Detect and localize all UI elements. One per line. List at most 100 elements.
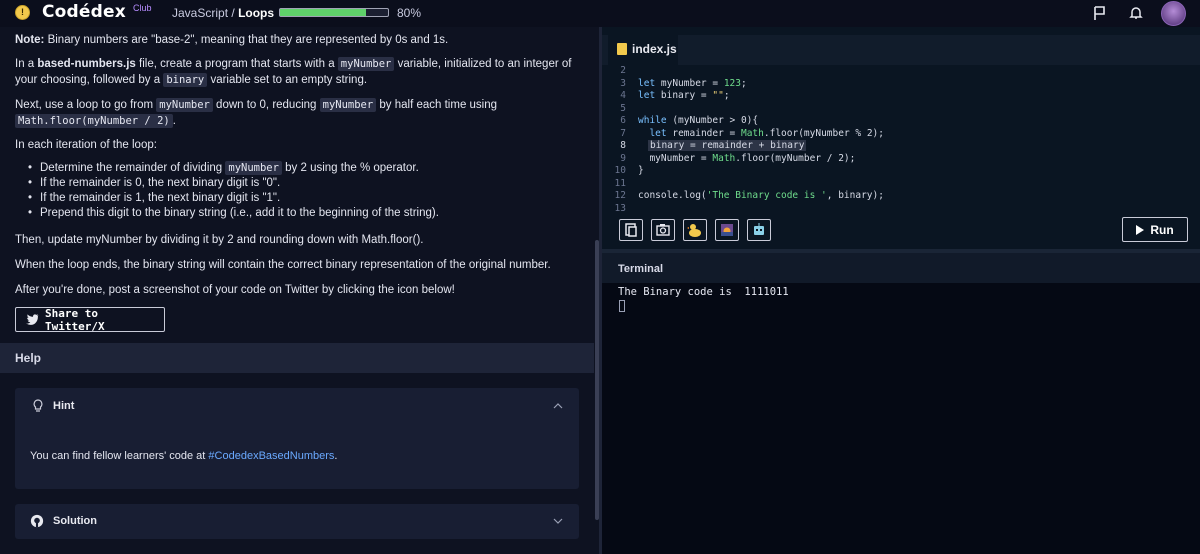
progress-label: 80%	[397, 6, 422, 20]
line-number: 12	[614, 190, 626, 201]
code: ;	[740, 77, 747, 89]
text: Next, use a loop to go from	[15, 99, 157, 111]
line-number: 13	[614, 202, 626, 214]
twitter-icon	[26, 314, 39, 325]
builtin: Math	[712, 152, 736, 164]
progress-bar	[279, 8, 389, 17]
text: variable set to an empty string.	[207, 74, 368, 86]
terminal-output: The Binary code is 1111011	[618, 286, 789, 298]
code-text: let binary = "";	[638, 90, 730, 103]
text: down to 0, reducing	[212, 99, 320, 111]
tab-index-js[interactable]: index.js	[608, 35, 678, 65]
code-line: 9 myNumber = Math.floor(myNumber / 2);	[602, 153, 1200, 166]
hint-title[interactable]: Hint	[53, 400, 74, 412]
sunset-icon	[721, 224, 733, 236]
text: You can find fellow learners' code at	[30, 450, 209, 462]
keyword: let	[649, 127, 667, 139]
line-number: 6	[620, 115, 626, 126]
keyword: let	[638, 77, 656, 89]
steps-list: Determine the remainder of dividing myNu…	[28, 161, 568, 221]
hint-text: You can find fellow learners' code at #C…	[30, 450, 337, 462]
share-twitter-label: Share to Twitter/X	[44, 306, 105, 333]
line-number: 8	[620, 140, 626, 151]
line-number: 2	[620, 65, 626, 76]
terminal[interactable]: The Binary code is 1111011	[602, 283, 1200, 554]
note-text: Binary numbers are "base-2", meaning tha…	[44, 34, 449, 46]
top-bar: ! Codédex Club JavaScript / Loops 80%	[0, 0, 1200, 27]
breadcrumb-separator: /	[231, 6, 235, 20]
code-line: 3 let myNumber = 123;	[602, 78, 1200, 91]
flag-icon[interactable]	[1092, 5, 1108, 21]
keyword: let	[638, 90, 656, 101]
editor-panel: index.js 2 3 let myNumber = 123; 4 let b…	[602, 27, 1200, 554]
text: .	[172, 115, 176, 127]
code-line: 2	[602, 65, 1200, 78]
avatar[interactable]	[1161, 1, 1186, 26]
code-line: 6 while (myNumber > 0){	[602, 115, 1200, 128]
lesson-panel: Note: Binary numbers are "base-2", meani…	[0, 27, 594, 554]
text: Determine the remainder of dividing	[40, 162, 226, 174]
instructions-paragraph-4: Then, update myNumber by dividing it by …	[15, 234, 424, 246]
line-number: 5	[620, 102, 626, 114]
line-number: 4	[620, 90, 626, 101]
run-button[interactable]: Run	[1122, 217, 1188, 242]
chevron-up-icon[interactable]	[553, 401, 563, 411]
code: (myNumber > 0){	[666, 115, 759, 126]
text: by half each time using	[376, 99, 498, 111]
terminal-header: Terminal	[602, 253, 1200, 283]
instructions-paragraph-5: When the loop ends, the binary string wi…	[15, 259, 551, 271]
editor-tab-bar: index.js	[602, 35, 1200, 65]
code-line: 7 let remainder = Math.floor(myNumber % …	[602, 128, 1200, 141]
lightbulb-icon	[33, 399, 43, 412]
solution-title[interactable]: Solution	[53, 515, 97, 527]
instructions-paragraph-3: In each iteration of the loop:	[15, 139, 157, 151]
instructions-paragraph-2: Next, use a loop to go from myNumber dow…	[15, 97, 580, 129]
copy-button[interactable]	[619, 219, 643, 241]
note-label: Note:	[15, 34, 45, 46]
instructions-paragraph-6: After you're done, post a screenshot of …	[15, 284, 455, 296]
progress-fill	[280, 9, 367, 16]
line-number: 10	[614, 165, 626, 176]
rubber-duck-button[interactable]	[683, 219, 707, 241]
chevron-down-icon[interactable]	[553, 516, 563, 526]
hint-card: Hint You can find fellow learners' code …	[15, 388, 579, 489]
text: by 2 using the % operator.	[281, 162, 419, 174]
code: binary =	[655, 90, 713, 101]
logo-club-badge: Club	[133, 3, 152, 13]
code-line: 12 console.log('The Binary code is ', bi…	[602, 190, 1200, 203]
logo-text[interactable]: Codédex	[42, 2, 126, 22]
share-twitter-button[interactable]: Share to Twitter/X	[15, 306, 165, 333]
logo-coin-icon[interactable]: !	[15, 5, 30, 20]
breadcrumb: JavaScript / Loops	[172, 6, 274, 20]
terminal-title: Terminal	[618, 263, 664, 275]
code-line: 11	[602, 178, 1200, 191]
copy-icon	[625, 223, 637, 237]
code-line: 5	[602, 103, 1200, 116]
js-file-icon	[617, 43, 627, 55]
bell-icon[interactable]	[1128, 5, 1144, 21]
list-item: Determine the remainder of dividing myNu…	[28, 161, 568, 176]
code: .floor(myNumber % 2);	[763, 127, 884, 139]
line-number: 9	[620, 152, 626, 164]
code: , binary);	[826, 190, 884, 201]
inline-code: Math.floor(myNumber / 2)	[15, 114, 173, 128]
code: ;	[723, 90, 730, 101]
code-editor[interactable]: 2 3 let myNumber = 123; 4 let binary = "…	[602, 65, 1200, 214]
solution-card[interactable]: Solution	[15, 504, 579, 539]
breadcrumb-course[interactable]: JavaScript	[172, 6, 228, 20]
tab-label: index.js	[632, 42, 677, 56]
help-bar: Help	[0, 343, 594, 373]
hashtag-link[interactable]: #CodedexBasedNumbers	[208, 450, 334, 462]
inline-code: myNumber	[319, 98, 377, 112]
theme-button[interactable]	[715, 219, 739, 241]
code-text: while (myNumber > 0){	[638, 115, 758, 128]
keyword: while	[638, 115, 667, 126]
line-number: 3	[620, 77, 626, 89]
screenshot-button[interactable]	[651, 219, 675, 241]
code: myNumber =	[649, 152, 713, 164]
reset-button[interactable]	[747, 219, 771, 241]
inline-code: myNumber	[337, 57, 395, 71]
instructions-paragraph-1: In a based-numbers.js file, create a pro…	[15, 56, 580, 88]
run-label: Run	[1150, 222, 1174, 237]
builtin: Math	[740, 127, 764, 139]
